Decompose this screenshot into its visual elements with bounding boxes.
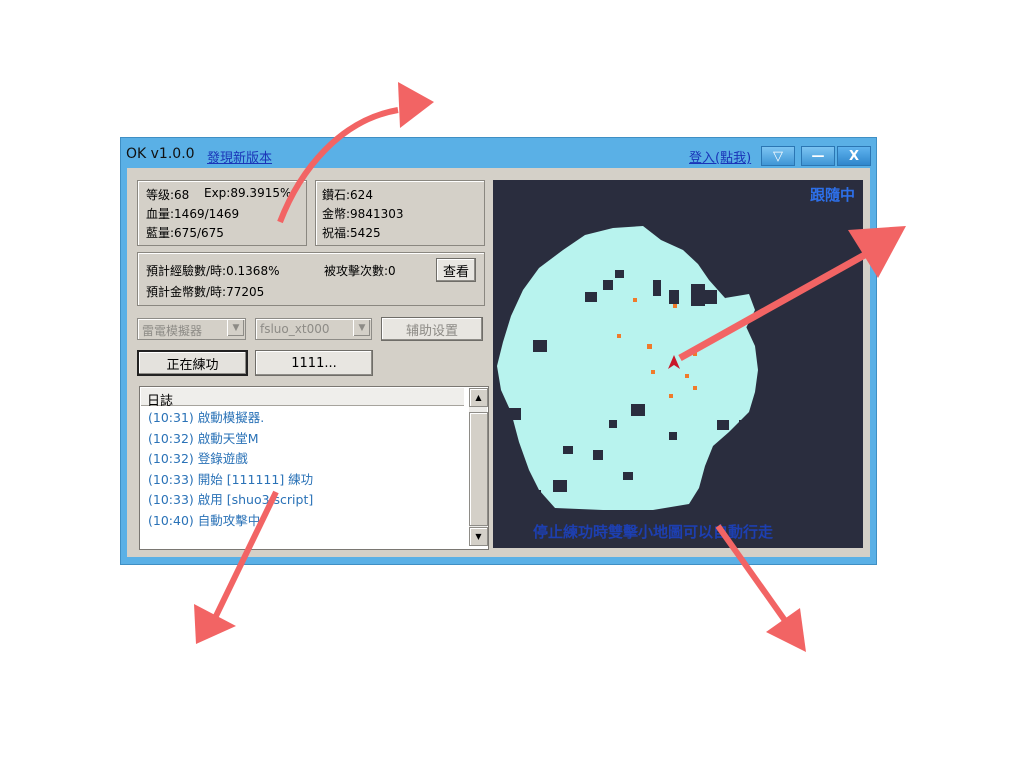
minimize-button[interactable]: — [801, 146, 835, 166]
emulator-select[interactable]: 雷電模擬器 ▼ [137, 318, 246, 340]
mp-text: 藍量:675/675 [146, 226, 224, 240]
log-title: 日誌 [147, 394, 174, 409]
scroll-up-button[interactable]: ▲ [469, 388, 488, 407]
arrow-down-right-head [766, 608, 806, 652]
title-bar[interactable]: OK v1.0.0 發現新版本 登入(點我) ▽ — X [121, 138, 876, 168]
scroll-down-button[interactable]: ▼ [469, 527, 488, 546]
minimap[interactable]: 跟隨中 停止練功時雙擊小地圖可以自動行走 [493, 180, 863, 548]
scroll-thumb[interactable] [469, 412, 488, 526]
arrow-up-right-head [398, 82, 434, 128]
arrow-down-icon: ▼ [475, 532, 482, 541]
chevron-down-icon: ▼ [353, 320, 370, 336]
emulator-select-value: 雷電模擬器 [142, 324, 203, 338]
level-text: 等级:68 [146, 188, 190, 202]
training-button-label: 正在練功 [166, 357, 219, 373]
script-button-label: 1111... [291, 355, 337, 371]
exp-per-hour-text: 預計經驗數/時:0.1368% [146, 264, 280, 278]
gold-text: 金幣:9841303 [322, 207, 404, 221]
log-panel[interactable]: 日誌 (10:31) 啟動模擬器. (10:32) 啟動天堂M (10:32) … [139, 386, 489, 550]
blessing-text: 祝福:5425 [322, 226, 381, 240]
app-title: OK v1.0.0 [126, 146, 195, 162]
script-button[interactable]: 1111... [255, 350, 373, 376]
log-scrollbar[interactable]: ▲ ▼ [469, 388, 488, 546]
log-header: 日誌 [141, 388, 464, 409]
diamond-text: 鑽石:624 [322, 188, 373, 202]
gold-per-hour-text: 預計金幣數/時:77205 [146, 285, 265, 299]
client-area: 等级:68 Exp:89.3915% 血量:1469/1469 藍量:675/6… [127, 168, 870, 557]
hp-text: 血量:1469/1469 [146, 207, 240, 221]
follow-status: 跟隨中 [809, 186, 855, 204]
close-icon: X [848, 148, 860, 164]
menu-dropdown-button[interactable]: ▽ [761, 146, 795, 166]
view-button-label: 查看 [442, 264, 469, 280]
login-link[interactable]: 登入(點我) [689, 147, 751, 166]
log-line: (10:32) 登錄遊戲 [148, 451, 248, 466]
attacked-count-text: 被攻擊次數:0 [324, 264, 396, 278]
log-line: (10:31) 啟動模擬器. [148, 410, 265, 425]
character-stats-panel: 等级:68 Exp:89.3915% 血量:1469/1469 藍量:675/6… [137, 180, 307, 246]
dropdown-icon: ▽ [773, 148, 783, 164]
minimize-icon: — [811, 148, 825, 164]
minimap-hint: 停止練功時雙擊小地圖可以自動行走 [533, 523, 774, 541]
log-lines: (10:31) 啟動模擬器. (10:32) 啟動天堂M (10:32) 登錄遊… [148, 408, 464, 531]
account-select-value: fsluo_xt000 [260, 322, 330, 336]
minimap-canvas [497, 226, 758, 510]
log-line: (10:33) 開始 [111111] 練功 [148, 471, 314, 487]
view-button[interactable]: 查看 [436, 258, 476, 282]
log-line: (10:40) 自動攻擊中. [148, 512, 265, 528]
training-button[interactable]: 正在練功 [137, 350, 248, 376]
assist-settings-label: 辅助设置 [405, 323, 458, 339]
log-line: (10:33) 啟用 [shuo3.script] [148, 492, 314, 507]
new-version-link[interactable]: 發現新版本 [207, 147, 272, 166]
account-select[interactable]: fsluo_xt000 ▼ [255, 318, 372, 340]
arrow-up-icon: ▲ [475, 393, 482, 402]
currency-panel: 鑽石:624 金幣:9841303 祝福:5425 [315, 180, 485, 246]
arrow-down-left-head [194, 604, 236, 644]
chevron-down-icon: ▼ [227, 320, 244, 336]
log-line: (10:32) 啟動天堂M [148, 430, 259, 446]
minimap-land [497, 226, 758, 510]
assist-settings-button[interactable]: 辅助设置 [381, 317, 483, 341]
exp-text: Exp:89.3915% [204, 186, 292, 200]
rates-panel: 預計經驗數/時:0.1368% 被攻擊次數:0 預計金幣數/時:77205 查看 [137, 252, 485, 306]
app-window: OK v1.0.0 發現新版本 登入(點我) ▽ — X 等级:68 Exp:8… [121, 138, 876, 564]
close-button[interactable]: X [837, 146, 871, 166]
